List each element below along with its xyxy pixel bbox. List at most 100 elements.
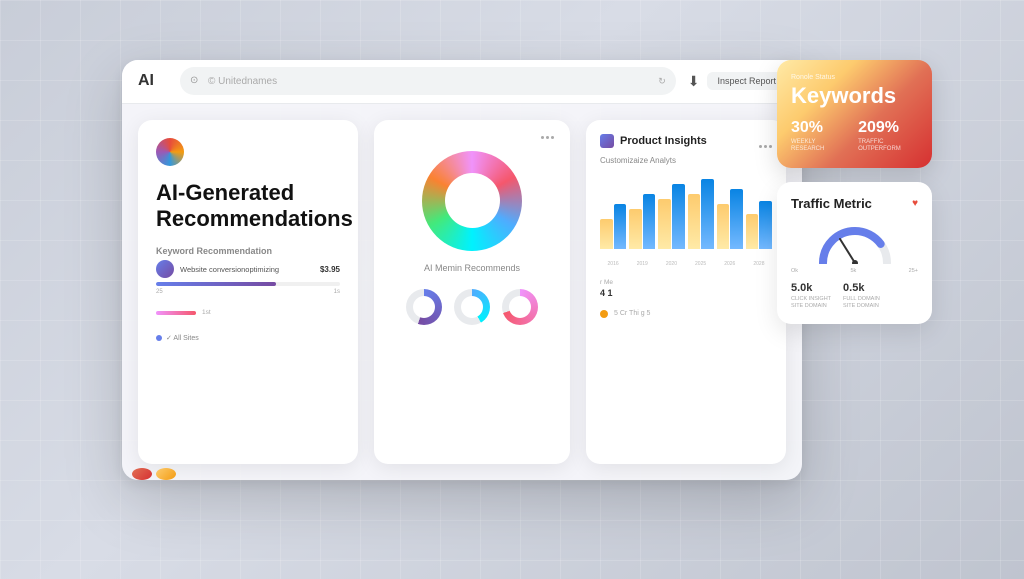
traffic-stat-2: 0.5k FULL DOMAIN SITE DOMAIN (843, 282, 880, 310)
donut-hole (445, 173, 500, 228)
status-row: ✓ All Sites (156, 334, 340, 342)
mini-hole-2 (461, 296, 483, 318)
stat1-value: 4 1 (600, 288, 613, 298)
x-label-1: 2016 (600, 261, 626, 267)
mini-donut-3 (502, 289, 538, 325)
card3-header: Product Insights (600, 134, 772, 148)
card3-menu (759, 145, 772, 148)
bar-5b (730, 189, 743, 249)
progress-fill (156, 282, 276, 286)
browser-logo: AI (138, 72, 168, 90)
keywords-stat1-value: 30% (791, 119, 842, 137)
status-dot (156, 335, 162, 341)
bar-group-3 (658, 184, 684, 249)
search-icon: ⊙ (190, 75, 202, 87)
main-donut-chart (422, 151, 522, 251)
address-bar[interactable]: ⊙ © Unitednames ↻ (180, 67, 676, 95)
orange-dot (600, 310, 608, 318)
bar-1a (600, 219, 613, 249)
bar-6b (759, 201, 772, 249)
heart-icon: ♥ (912, 198, 918, 209)
card3-title: Product Insights (620, 135, 753, 147)
progress-labels: 25 1s (156, 289, 340, 295)
gauge-label-mid: 5k (850, 268, 856, 274)
traffic-stat1-label: CLICK INSIGHT SITE DOMAIN (791, 296, 831, 310)
bar-group-1 (600, 204, 626, 249)
card3-stats: r Me 4 1 (600, 279, 772, 298)
deco-ball-2 (156, 468, 176, 480)
x-label-4: 2025 (688, 261, 714, 267)
browser-toolbar: AI ⊙ © Unitednames ↻ ⬇ Inspect Report (122, 60, 802, 104)
download-icon: ⬇ (688, 73, 700, 90)
x-label-3: 2020 (658, 261, 684, 267)
keyword-section-title: Keyword Recommendation (156, 246, 340, 256)
bar-4b (701, 179, 714, 249)
gauge-label-left: Ok (791, 268, 798, 274)
mini-ring-2 (454, 289, 490, 325)
progress-track (156, 282, 340, 286)
x-label-2: 2019 (629, 261, 655, 267)
traffic-stats: 5.0k CLICK INSIGHT SITE DOMAIN 0.5k FULL… (791, 282, 918, 310)
mini-donut-1 (406, 289, 442, 325)
keyword-price: $3.95 (320, 265, 340, 274)
bar-group-5 (717, 189, 743, 249)
keyword-text: Website conversionoptimizing (180, 265, 314, 274)
small-bar (156, 311, 196, 315)
gauge-svg (815, 219, 895, 264)
keyword-avatar (156, 260, 174, 278)
right-panel: Ronole Status Keywords 30% WEEKLY RESEAR… (777, 60, 932, 325)
scene: AI ⊙ © Unitednames ↻ ⬇ Inspect Report AI… (62, 40, 962, 540)
browser-content: AI-GeneratedRecommendations Keyword Reco… (122, 104, 802, 480)
gauge-container (791, 219, 918, 264)
card3-bottom-label: 5 Cr Thi g 5 (614, 310, 650, 317)
menu-dot-a (759, 145, 762, 148)
keywords-stat2-label: TRAFFIC OUTPERFORM (858, 139, 918, 155)
traffic-metric-card: Traffic Metric ♥ Ok 5k 25+ (777, 182, 932, 324)
traffic-stat1-value: 5.0k (791, 282, 831, 294)
decorative-balls (132, 468, 176, 480)
progress-label-right: 1s (334, 289, 340, 295)
donut-chart-card: AI Memin Recommends (374, 120, 570, 464)
menu-dot-b (764, 145, 767, 148)
progress-bar: 25 1s (156, 282, 340, 295)
gauge-label-right: 25+ (909, 268, 918, 274)
menu-dot-2 (546, 136, 549, 139)
traffic-header: Traffic Metric ♥ (791, 196, 918, 211)
card2-menu (541, 136, 554, 139)
bar-6a (746, 214, 759, 249)
x-label-5: 2026 (717, 261, 743, 267)
ai-recommendations-card: AI-GeneratedRecommendations Keyword Reco… (138, 120, 358, 464)
bar-group-2 (629, 194, 655, 249)
status-text: ✓ All Sites (166, 334, 199, 342)
mini-ring-3 (502, 289, 538, 325)
bar-5a (717, 204, 730, 249)
keywords-header-text: Ronole Status (791, 74, 918, 81)
keywords-stat1-label: WEEKLY RESEARCH (791, 139, 842, 155)
bar-4a (688, 194, 701, 249)
inspect-report-button[interactable]: Inspect Report (707, 72, 786, 90)
card1-title: AI-GeneratedRecommendations (156, 180, 340, 233)
card3-subtitle: Customizaize Analyts (600, 156, 772, 165)
donut-ring (422, 151, 522, 251)
browser-window: AI ⊙ © Unitednames ↻ ⬇ Inspect Report AI… (122, 60, 802, 480)
keywords-card: Ronole Status Keywords 30% WEEKLY RESEAR… (777, 60, 932, 169)
x-label-6: 2028 (746, 261, 772, 267)
menu-dot-3 (551, 136, 554, 139)
mini-donut-2 (454, 289, 490, 325)
keywords-title: Keywords (791, 83, 918, 109)
keyword-row: Website conversionoptimizing $3.95 (156, 260, 340, 278)
menu-dot-c (769, 145, 772, 148)
progress-label-left: 25 (156, 289, 163, 295)
menu-dot-1 (541, 136, 544, 139)
card2-label: AI Memin Recommends (424, 263, 520, 273)
traffic-title: Traffic Metric (791, 196, 872, 211)
keywords-stats: 30% WEEKLY RESEARCH 209% TRAFFIC OUTPERF… (791, 119, 918, 155)
stat1-label: r Me (600, 279, 613, 286)
browser-actions: ⬇ Inspect Report (688, 72, 786, 90)
bar-group-4 (688, 179, 714, 249)
keywords-stat-1: 30% WEEKLY RESEARCH (791, 119, 842, 155)
bar-group-6 (746, 201, 772, 249)
traffic-stat2-label: FULL DOMAIN SITE DOMAIN (843, 296, 880, 310)
card3-bottom: 5 Cr Thi g 5 (600, 310, 772, 318)
deco-ball-1 (132, 468, 152, 480)
